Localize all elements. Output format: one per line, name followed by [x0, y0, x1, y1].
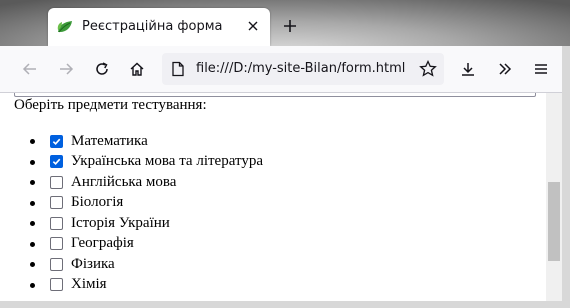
browser-window: Реєстраційна форма file:///D:/my-site-Bi… [0, 0, 570, 308]
subject-label[interactable]: Географія [71, 235, 134, 252]
subject-item: Біологія [30, 193, 263, 214]
subject-checkbox[interactable] [50, 278, 63, 292]
subject-checkbox[interactable] [50, 216, 63, 230]
tab-title: Реєстраційна форма [82, 19, 223, 34]
subject-label[interactable]: Фізика [71, 256, 115, 273]
url-text[interactable]: file:///D:/my-site-Bilan/form.html [196, 61, 405, 76]
subject-item: Українська мова та література [30, 152, 263, 173]
tab-registration-form[interactable]: Реєстраційна форма [48, 8, 270, 46]
subject-label[interactable]: Українська мова та література [71, 153, 263, 170]
bullet-icon [30, 139, 35, 144]
subject-label[interactable]: Біологія [71, 194, 123, 211]
subject-item: Фізика [30, 254, 263, 275]
close-icon[interactable] [244, 17, 262, 35]
leaf-icon [57, 20, 73, 34]
subject-item: Географія [30, 234, 263, 255]
bullet-icon [30, 282, 35, 288]
hamburger-menu-icon[interactable] [529, 57, 553, 81]
bullet-icon [30, 159, 35, 165]
subject-checkbox[interactable] [50, 134, 63, 148]
subject-checkbox[interactable] [50, 257, 63, 271]
back-arrow-icon[interactable] [18, 57, 42, 81]
window-frame-bottom [0, 301, 570, 308]
download-icon[interactable] [456, 57, 480, 81]
bullet-icon [30, 200, 35, 206]
bullet-icon [30, 221, 35, 226]
subject-label[interactable]: Історія України [71, 215, 170, 232]
plus-icon[interactable] [280, 16, 300, 36]
subject-label[interactable]: Математика [71, 133, 148, 150]
reload-icon[interactable] [90, 57, 114, 81]
scrollbar-thumb[interactable] [548, 182, 560, 261]
chevrons-right-icon[interactable] [493, 57, 517, 81]
subject-item: Хімія [30, 275, 263, 296]
window-frame-right [562, 46, 570, 308]
subject-list: Математика Українська мова та література А… [30, 131, 263, 296]
vertical-scrollbar[interactable] [546, 93, 562, 301]
subject-item: Англійська мова [30, 172, 263, 193]
star-icon[interactable] [418, 59, 438, 79]
subject-checkbox[interactable] [50, 155, 63, 169]
subject-item: Історія України [30, 213, 263, 234]
home-icon[interactable] [125, 57, 149, 81]
subject-item: Математика [30, 131, 263, 152]
subject-checkbox[interactable] [50, 196, 63, 210]
subject-checkbox[interactable] [50, 237, 63, 251]
bullet-icon [30, 180, 35, 185]
subject-label[interactable]: Хімія [71, 276, 107, 293]
subject-label[interactable]: Англійська мова [71, 174, 176, 191]
url-bar[interactable]: file:///D:/my-site-Bilan/form.html [162, 53, 444, 85]
file-icon[interactable] [170, 61, 186, 77]
forward-arrow-icon[interactable] [54, 57, 78, 81]
navigation-toolbar: file:///D:/my-site-Bilan/form.html [0, 46, 570, 93]
bullet-icon [30, 262, 35, 267]
page-content: Оберіть предмети тестування: Математика У… [0, 93, 546, 301]
subject-checkbox[interactable] [50, 175, 63, 189]
subjects-prompt: Оберіть предмети тестування: [14, 97, 207, 113]
bullet-icon [30, 241, 35, 247]
tab-strip: Реєстраційна форма [0, 0, 570, 46]
